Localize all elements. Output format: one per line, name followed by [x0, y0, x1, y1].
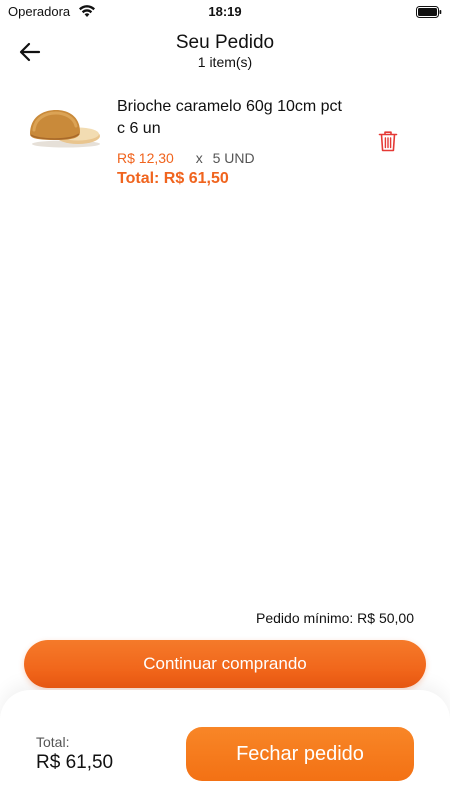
checkout-button[interactable]: Fechar pedido [186, 727, 414, 781]
order-total-label: Total: [36, 734, 70, 750]
cart-item[interactable]: Brioche caramelo 60g 10cm pct c 6 un R$ … [0, 94, 450, 194]
order-screen: Operadora 18:19 Seu Pedido 1 item(s) Bri… [0, 0, 450, 800]
status-bar: Operadora 18:19 [0, 0, 450, 24]
quantity: 5 UND [212, 150, 255, 166]
brioche-bun-image [26, 106, 102, 150]
item-count: 1 item(s) [197, 54, 253, 70]
continue-shopping-button[interactable]: Continuar comprando [24, 640, 426, 688]
item-name: Brioche caramelo 60g 10cm pct c 6 un [117, 98, 342, 137]
minimum-order-text: Pedido mínimo: R$ 50,00 [256, 610, 414, 626]
checkout-panel: Total: R$ 61,50 Fechar pedido [0, 690, 450, 800]
page-title: Seu Pedido [175, 32, 275, 53]
quantity-separator: x [195, 150, 203, 166]
order-total-value: R$ 61,50 [36, 752, 114, 773]
delete-item-button[interactable] [374, 130, 402, 156]
header: Seu Pedido 1 item(s) [0, 28, 450, 80]
trash-icon [378, 130, 398, 157]
battery-icon [416, 5, 442, 18]
status-time: 18:19 [208, 4, 242, 19]
title-block: Seu Pedido 1 item(s) [0, 32, 450, 71]
price-row: R$ 12,30 x 5 UND [117, 149, 255, 167]
item-total: Total: R$ 61,50 [117, 170, 229, 187]
unit-price: R$ 12,30 [117, 150, 174, 166]
